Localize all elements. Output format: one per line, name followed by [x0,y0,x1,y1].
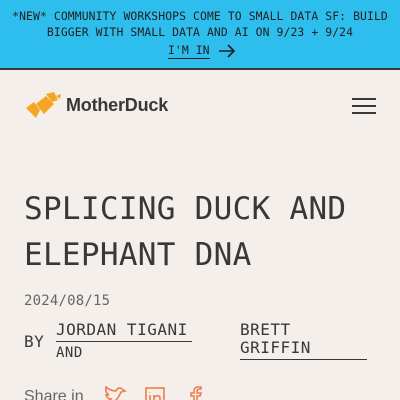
hamburger-menu-icon[interactable] [350,96,378,116]
site-header: MotherDuck [0,70,400,140]
announcement-banner: *NEW* COMMUNITY WORKSHOPS COME TO SMALL … [0,0,400,70]
article-title: SPLICING DUCK AND ELEPHANT DNA [24,191,347,273]
logo-text: MotherDuck [66,94,169,115]
duck-logo-icon [26,92,61,118]
twitter-icon[interactable] [102,386,128,400]
banner-cta-label: I'M IN [168,43,210,59]
article-date: 2024/08/15 [24,293,111,309]
share-label: Share in [24,388,84,400]
linkedin-icon[interactable] [142,386,168,400]
share-bar: Share in [24,386,208,400]
byline-label: BY [24,332,45,351]
banner-cta-link[interactable]: I'M IN [168,43,236,59]
banner-text: *NEW* COMMUNITY WORKSHOPS COME TO SMALL … [12,9,388,39]
logo-link[interactable]: MotherDuck [24,90,168,120]
facebook-icon[interactable] [182,386,208,400]
byline-and: AND [56,345,83,361]
arrow-right-icon [218,44,235,58]
author-link-brett-griffin[interactable]: BRETT GRIFFIN [240,321,367,360]
author-link-jordan-tigani[interactable]: JORDAN TIGANI [56,321,192,342]
